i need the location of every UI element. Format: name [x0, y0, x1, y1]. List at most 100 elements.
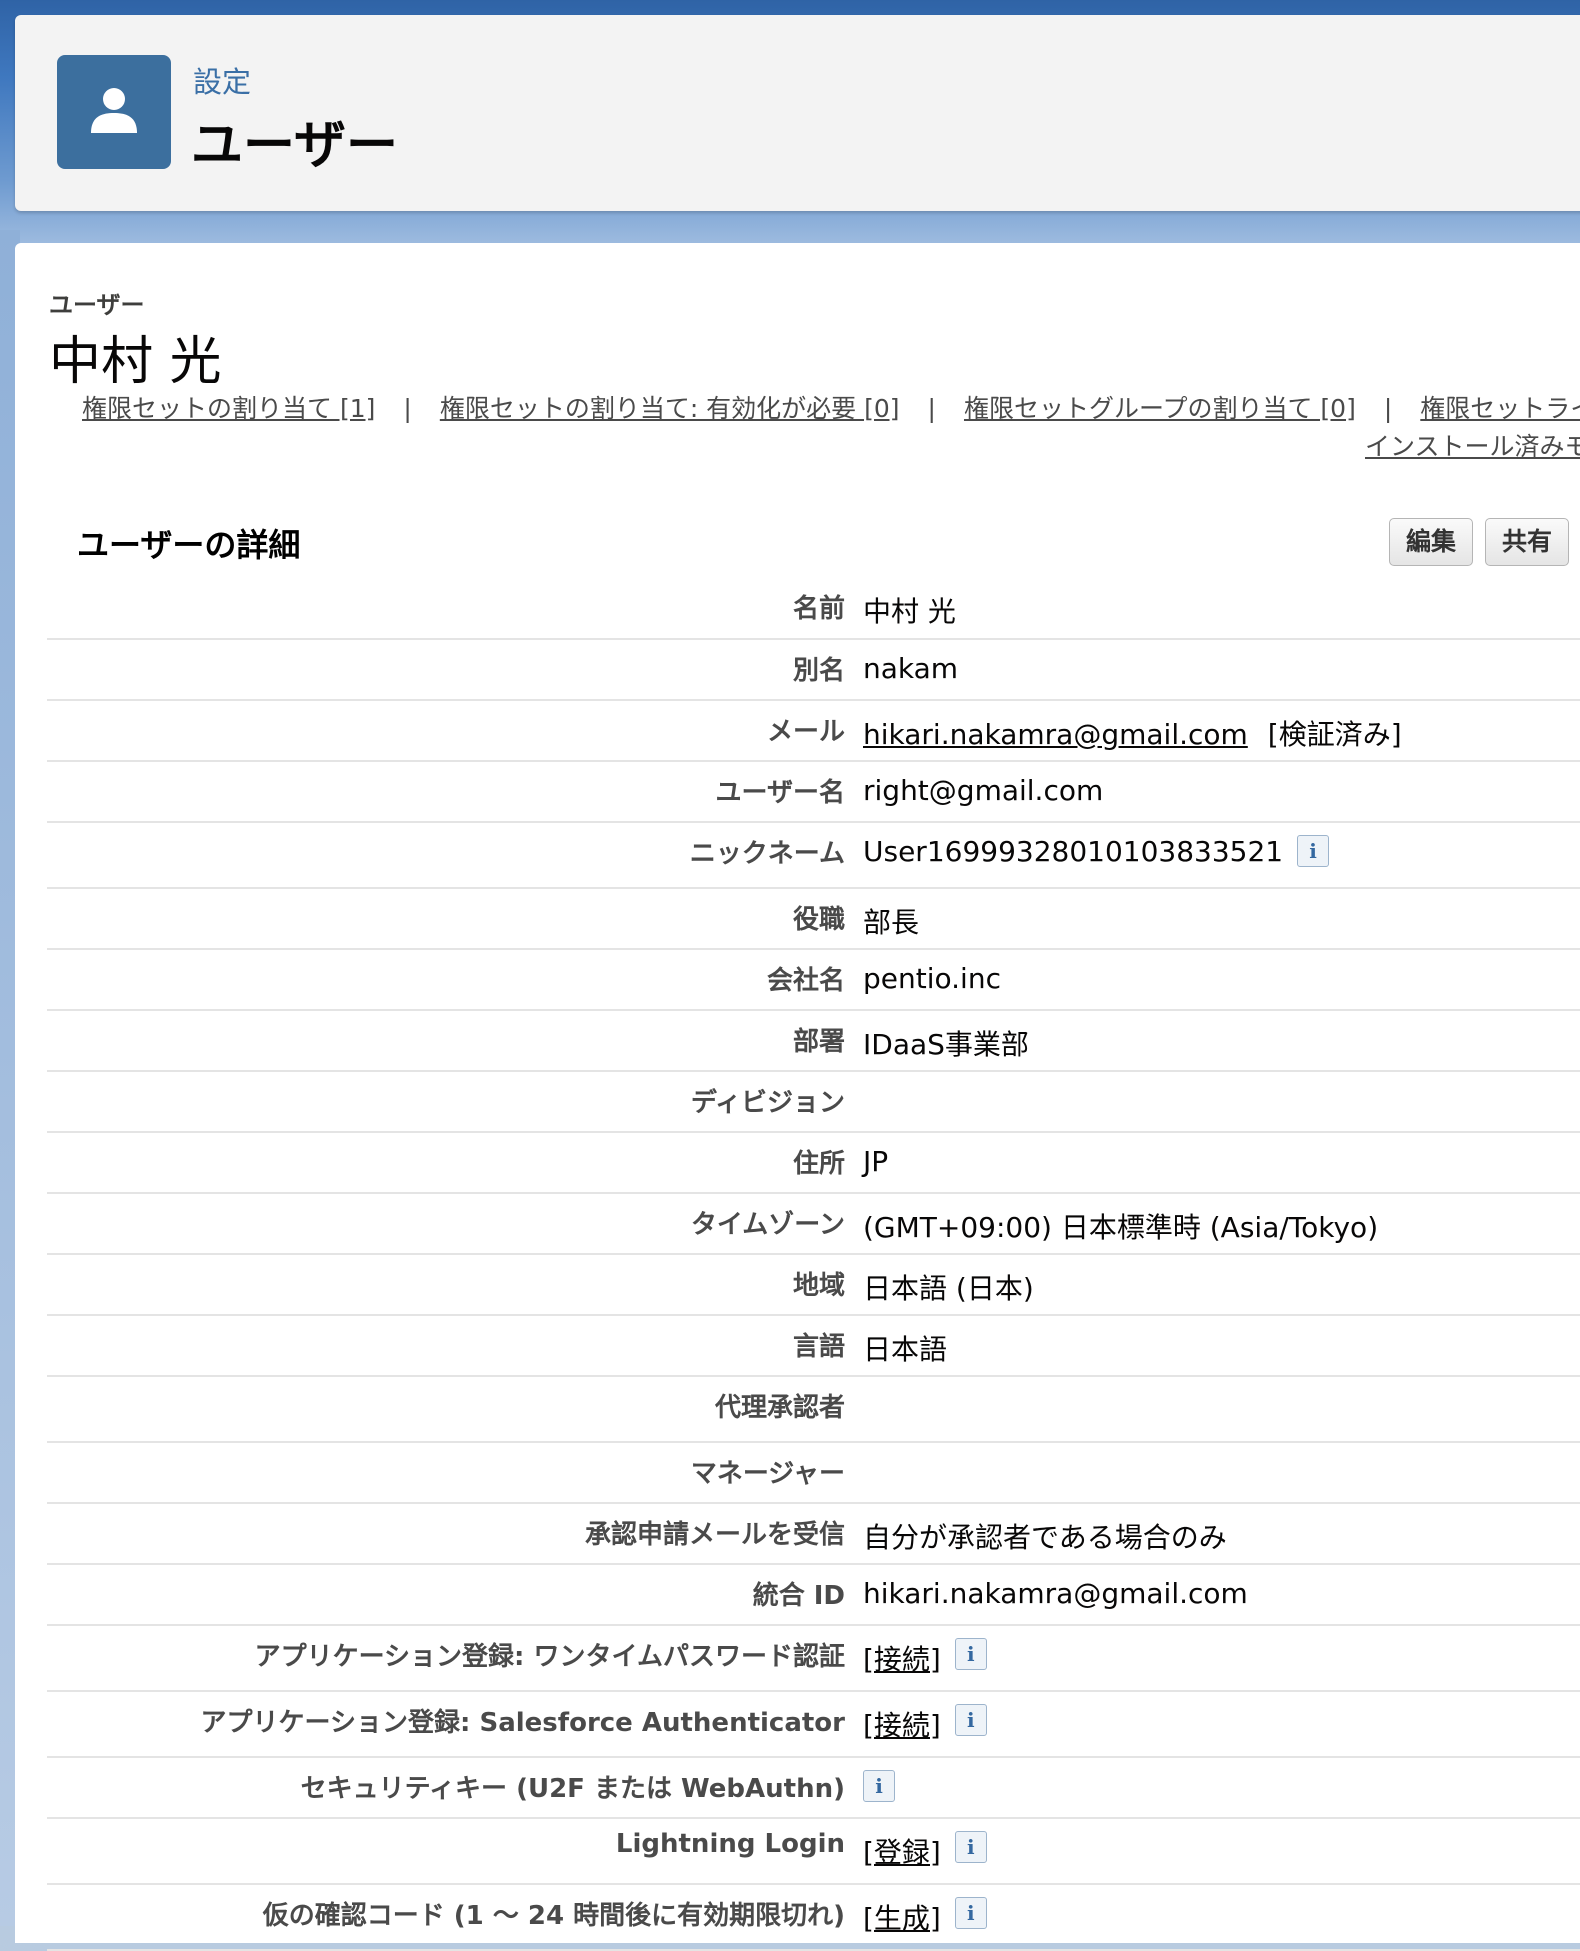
- field-row: 部署 IDaaS事業部: [47, 1011, 1580, 1072]
- field-row: 別名 nakam: [47, 640, 1580, 701]
- field-label: 住所: [792, 1149, 845, 1179]
- field-label: タイムゾーン: [690, 1210, 845, 1240]
- field-value: [登録] i: [863, 1831, 987, 1871]
- field-label: 部署: [792, 1027, 845, 1057]
- field-row: 住所 JP: [47, 1133, 1580, 1194]
- field-value: 部長: [863, 901, 919, 941]
- field-label: セキュリティキー (U2F または WebAuthn): [300, 1774, 845, 1804]
- field-label: Lightning Login: [615, 1829, 845, 1859]
- field-label: 地域: [792, 1271, 845, 1301]
- field-label: 代理承認者: [714, 1393, 845, 1423]
- field-value-text: IDaaS事業部: [863, 1028, 1029, 1061]
- field-row: アプリケーション登録: ワンタイムパスワード認証 [接続] i: [47, 1626, 1580, 1692]
- link-permission-set-group-assignments[interactable]: 権限セットグループの割り当て [0]: [964, 394, 1356, 423]
- field-row: ディビジョン: [47, 1072, 1580, 1133]
- section-title: ユーザーの詳細: [77, 526, 301, 564]
- breadcrumb-setup[interactable]: 設定: [193, 59, 251, 101]
- field-value: IDaaS事業部: [863, 1023, 1029, 1063]
- field-label: アプリケーション登録: ワンタイムパスワード認証: [254, 1642, 845, 1672]
- field-row: 仮の確認コード (1 〜 24 時間後に有効期限切れ) [生成] i: [47, 1885, 1580, 1951]
- link-permission-set-activation-required[interactable]: 権限セットの割り当て: 有効化が必要 [0]: [440, 394, 900, 423]
- field-row: セキュリティキー (U2F または WebAuthn) i: [47, 1758, 1580, 1819]
- field-value-text: nakam: [863, 652, 959, 685]
- info-icon[interactable]: i: [1297, 835, 1330, 867]
- field-row: マネージャー: [47, 1443, 1580, 1504]
- field-value-link[interactable]: [接続]: [863, 1643, 941, 1676]
- field-label: 別名: [792, 656, 845, 686]
- field-row: 地域 日本語 (日本): [47, 1255, 1580, 1316]
- field-label: 承認申請メールを受信: [584, 1520, 845, 1550]
- link-separator: |: [927, 394, 936, 423]
- info-icon[interactable]: i: [954, 1897, 987, 1929]
- info-icon[interactable]: i: [863, 1770, 895, 1802]
- info-icon[interactable]: i: [954, 1831, 987, 1863]
- field-row: ニックネーム User16999328010103833521 i: [47, 823, 1580, 889]
- record-name: 中村 光: [49, 332, 222, 392]
- field-value-link[interactable]: [生成]: [863, 1902, 941, 1935]
- link-permission-set-license[interactable]: 権限セットライ: [1420, 394, 1580, 423]
- field-row: 名前 中村 光: [47, 578, 1580, 640]
- field-value-text: 日本語: [863, 1333, 948, 1366]
- field-row: 言語 日本語: [47, 1316, 1580, 1377]
- field-value: (GMT+09:00) 日本標準時 (Asia/Tokyo): [863, 1206, 1378, 1246]
- field-label: アプリケーション登録: Salesforce Authenticator: [200, 1708, 845, 1738]
- field-value-link[interactable]: [接続]: [863, 1709, 941, 1742]
- field-value-link[interactable]: hikari.nakamra@gmail.com: [863, 718, 1248, 751]
- field-value-text: pentio.inc: [863, 962, 1001, 995]
- field-label: 名前: [792, 594, 845, 624]
- info-icon[interactable]: i: [954, 1638, 987, 1670]
- field-row: メール hikari.nakamra@gmail.com [検証済み]: [47, 701, 1580, 762]
- user-detail-card: ユーザー 中村 光 権限セットの割り当て [1] | 権限セットの割り当て: 有効化…: [15, 243, 1580, 1951]
- verified-status: [検証済み]: [1267, 718, 1402, 751]
- field-value-link[interactable]: [登録]: [863, 1836, 941, 1869]
- field-row: アプリケーション登録: Salesforce Authenticator [接続]…: [47, 1692, 1580, 1758]
- field-value-text: right@gmail.com: [863, 774, 1104, 807]
- field-value: [生成] i: [863, 1897, 987, 1937]
- link-permission-set-assignments[interactable]: 権限セットの割り当て [1]: [82, 394, 375, 423]
- page-title: ユーザー: [191, 116, 398, 176]
- field-value-text: 日本語 (日本): [863, 1272, 1034, 1305]
- field-label: ニックネーム: [689, 839, 845, 869]
- field-value-text: 部長: [863, 906, 920, 939]
- field-label: ユーザー名: [715, 778, 845, 808]
- field-row: 役職 部長: [47, 889, 1580, 950]
- edit-button[interactable]: 編集: [1389, 518, 1474, 566]
- link-installed-packages[interactable]: インストール済みモ: [1365, 432, 1580, 461]
- detail-fields: 名前 中村 光別名 nakam メール hikari.nakamra@gmail.com…: [47, 578, 1580, 1951]
- field-value: [接続] i: [863, 1638, 987, 1678]
- field-value-text: (GMT+09:00) 日本標準時 (Asia/Tokyo): [863, 1211, 1379, 1244]
- field-label: 仮の確認コード (1 〜 24 時間後に有効期限切れ): [262, 1901, 845, 1931]
- field-value-text: User16999328010103833521: [863, 835, 1284, 868]
- field-row: ユーザー名 right@gmail.com: [47, 762, 1580, 823]
- field-label: 役職: [792, 905, 845, 935]
- field-value: 中村 光: [863, 590, 956, 630]
- field-row: Lightning Login [登録] i: [47, 1819, 1580, 1885]
- link-separator: |: [403, 394, 412, 423]
- setup-header: 設定 ユーザー: [15, 15, 1580, 211]
- field-label: 統合 ID: [752, 1581, 845, 1611]
- share-button[interactable]: 共有: [1485, 518, 1570, 566]
- info-icon[interactable]: i: [954, 1704, 987, 1736]
- field-value: [接続] i: [863, 1704, 987, 1744]
- field-value: JP: [863, 1145, 888, 1178]
- field-row: 統合 ID hikari.nakamra@gmail.com: [47, 1565, 1580, 1626]
- field-value: 日本語 (日本): [863, 1267, 1034, 1307]
- field-label: ディビジョン: [690, 1088, 845, 1118]
- field-label: メール: [766, 717, 845, 747]
- field-label: 会社名: [766, 966, 845, 996]
- field-value: nakam: [863, 652, 958, 685]
- field-row: 会社名 pentio.inc: [47, 950, 1580, 1011]
- field-value: i: [863, 1770, 895, 1803]
- field-row: タイムゾーン (GMT+09:00) 日本標準時 (Asia/Tokyo): [47, 1194, 1580, 1255]
- field-label: 言語: [792, 1332, 845, 1362]
- field-value-text: hikari.nakamra@gmail.com: [863, 1577, 1248, 1610]
- field-row: 代理承認者: [47, 1377, 1580, 1443]
- link-separator: |: [1383, 394, 1393, 423]
- field-value: 自分が承認者である場合のみ: [863, 1516, 1227, 1556]
- field-value: pentio.inc: [863, 962, 1001, 995]
- field-value: User16999328010103833521 i: [863, 835, 1330, 868]
- field-value-text: 自分が承認者である場合のみ: [863, 1521, 1227, 1554]
- field-value-text: 中村 光: [863, 595, 956, 628]
- field-value: right@gmail.com: [863, 774, 1103, 807]
- user-icon: [57, 55, 171, 169]
